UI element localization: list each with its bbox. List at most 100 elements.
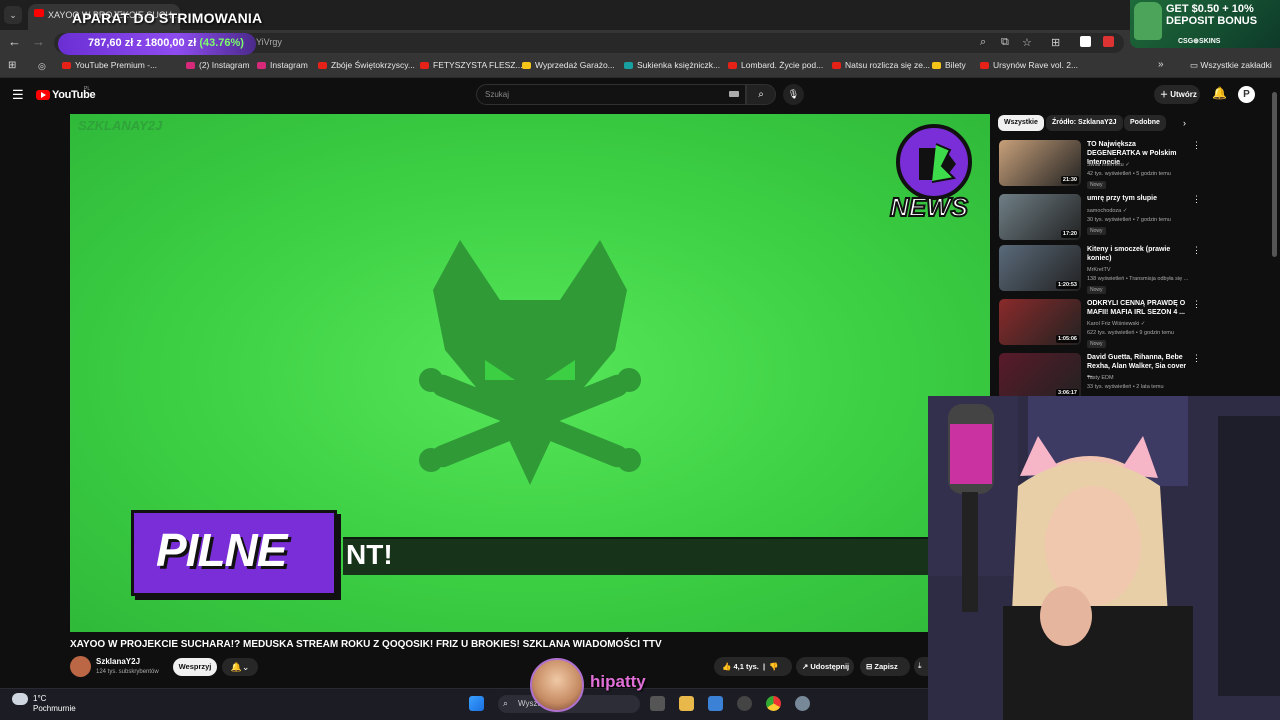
recommendation-title[interactable]: Kiteny i smoczek (prawie koniec) xyxy=(1087,245,1189,263)
news-logo-text: NEWS xyxy=(890,192,969,222)
save-button[interactable]: ⊟ Zapisz xyxy=(860,657,910,676)
video-duration: 21:30 xyxy=(1060,176,1079,184)
recommendation-channel[interactable]: Tasty EDM xyxy=(1087,375,1114,382)
search-icon: ⌕ xyxy=(503,698,509,708)
bookmark-label: (2) Instagram xyxy=(199,60,250,70)
chrome-web-icon[interactable]: ◎ xyxy=(38,61,46,72)
search-button[interactable]: ⌕ xyxy=(746,84,776,105)
ad-line-1: GET $0.50 + 10% xyxy=(1166,3,1254,15)
bookmark-item[interactable]: FETYSZYSTA FLESZ... xyxy=(420,60,523,70)
bookmark-item[interactable]: Sukienka księżniczk... xyxy=(624,60,720,70)
recommendation-thumbnail[interactable]: 1:20:53 xyxy=(999,245,1081,291)
more-bookmarks-icon[interactable]: » xyxy=(1158,59,1164,70)
recommendation-channel[interactable]: samochodoza ✓ xyxy=(1087,208,1127,215)
more-options-icon[interactable]: ⋮ xyxy=(1192,245,1201,256)
ad-brand: CSG⊕SKINS xyxy=(1178,38,1221,45)
bookmark-label: Zbóje Świętokrzyscy... xyxy=(331,60,415,70)
bookmark-item[interactable]: Natsu rozlicza się ze... xyxy=(832,60,930,70)
recommendation-thumbnail[interactable]: 3:06:17 xyxy=(999,353,1081,399)
microphone-icon[interactable]: 🎙 xyxy=(783,84,804,105)
keyboard-icon[interactable] xyxy=(729,91,739,97)
settings-gear-icon[interactable] xyxy=(795,696,810,711)
apps-grid-icon[interactable]: ⊞ xyxy=(8,60,16,71)
new-badge: Nowy xyxy=(1087,286,1106,294)
weather-temperature: 1°C xyxy=(33,694,47,703)
bookmark-favicon-icon xyxy=(186,62,195,70)
bookmark-item[interactable]: YouTube Premium -... xyxy=(62,60,157,70)
streamer-name: hipatty xyxy=(590,672,646,691)
more-options-icon[interactable]: ⋮ xyxy=(1192,299,1201,310)
chevron-right-icon[interactable]: › xyxy=(1183,118,1186,128)
bookmark-item[interactable]: Ursynów Rave vol. 2... xyxy=(980,60,1078,70)
support-button[interactable]: Wesprzyj xyxy=(173,658,217,676)
recommendation-meta: 42 tys. wyświetleń • 5 godzin temu xyxy=(1087,171,1171,177)
recommendation-thumbnail[interactable]: 21:30 xyxy=(999,140,1081,186)
recommendation-channel[interactable]: Karol Friz Wiśniewski ✓ xyxy=(1087,321,1145,328)
task-view-icon[interactable] xyxy=(650,696,665,711)
chip-related[interactable]: Podobne xyxy=(1124,115,1166,131)
new-badge: Nowy xyxy=(1087,340,1106,348)
extension-icon[interactable]: ⊞ xyxy=(1051,36,1060,49)
recommendation-thumbnail[interactable]: 1:05:06 xyxy=(999,299,1081,345)
fox-skull-logo-icon xyxy=(419,240,641,485)
chip-source[interactable]: Źródło: SzklanaY2J xyxy=(1046,115,1123,131)
bookmark-item[interactable]: (2) Instagram xyxy=(186,60,250,70)
install-icon[interactable]: ⧉ xyxy=(1001,36,1009,49)
bookmark-label: Ursynów Rave vol. 2... xyxy=(993,60,1079,70)
back-arrow-icon[interactable]: ← xyxy=(8,34,21,49)
obs-icon[interactable] xyxy=(737,696,752,711)
bookmark-item[interactable]: Zbóje Świętokrzyscy... xyxy=(318,60,415,70)
ad-line-2: DEPOSIT BONUS xyxy=(1166,15,1258,27)
bookmark-label: Bilety xyxy=(945,60,966,70)
extension-badge-icon[interactable] xyxy=(1080,36,1091,47)
recommendation-channel[interactable]: MrKretTV xyxy=(1087,267,1111,274)
more-options-icon[interactable]: ⋮ xyxy=(1192,194,1201,205)
channel-watermark: SZKLANAY2J xyxy=(78,118,163,133)
recommendation-thumbnail[interactable]: 17:20 xyxy=(999,194,1081,240)
pilne-text: PILNE xyxy=(156,524,287,576)
like-button[interactable]: 👍 4,1 tys. | 👎 xyxy=(714,657,792,676)
bookmark-item[interactable]: Bilety xyxy=(932,60,966,70)
store-icon[interactable] xyxy=(708,696,723,711)
bookmark-favicon-icon xyxy=(624,62,633,70)
video-duration: 1:20:53 xyxy=(1056,281,1079,289)
search-placeholder: Szukaj xyxy=(485,90,510,99)
like-count: 4,1 tys. xyxy=(733,662,759,671)
chrome-icon[interactable] xyxy=(766,696,781,711)
search-input[interactable]: Szukaj xyxy=(476,84,746,105)
cloud-icon[interactable] xyxy=(12,693,28,705)
bookmark-item[interactable]: Lombard. Życie pod... xyxy=(728,60,823,70)
subscription-bell-icon[interactable]: 🔔⌄ xyxy=(222,658,258,676)
ad-mascot-image xyxy=(1134,2,1162,40)
recommendation-title[interactable]: umrę przy tym słupie xyxy=(1087,194,1189,203)
star-icon[interactable]: ☆ xyxy=(1022,36,1032,49)
channel-name[interactable]: SzklanaY2J xyxy=(96,657,140,666)
forward-arrow-icon[interactable]: → xyxy=(32,34,45,49)
file-explorer-icon[interactable] xyxy=(679,696,694,711)
notifications-bell-icon[interactable]: 🔔 xyxy=(1212,86,1227,100)
recommendation-title[interactable]: ODKRYLI CENNĄ PRAWDĘ O MAFII! MAFIA IRL … xyxy=(1087,299,1189,317)
create-button[interactable]: ＋ Utwórz xyxy=(1154,85,1200,104)
bookmark-item[interactable]: Instagram xyxy=(257,60,308,70)
bookmark-favicon-icon xyxy=(420,62,429,70)
bookmark-item[interactable]: Wyprzedaż Garażo... xyxy=(522,60,615,70)
windows-start-icon[interactable] xyxy=(469,696,484,711)
hamburger-menu-icon[interactable]: ☰ xyxy=(12,87,24,103)
bookmark-favicon-icon xyxy=(318,62,327,70)
extension-red-icon[interactable] xyxy=(1103,36,1114,47)
tab-search-button[interactable]: ⌄ xyxy=(4,6,22,24)
channel-avatar[interactable] xyxy=(70,656,91,677)
zoom-icon[interactable]: ⌕ xyxy=(980,36,986,49)
bookmark-label: Wyprzedaż Garażo... xyxy=(535,60,615,70)
all-bookmarks-folder[interactable]: ▭ Wszystkie zakładki xyxy=(1190,60,1272,71)
recommendation-channel[interactable]: Świat Internetu ✓ xyxy=(1087,162,1130,169)
more-options-icon[interactable]: ⋮ xyxy=(1192,140,1201,151)
recommendation-meta: 622 tys. wyświetleń • 9 godzin temu xyxy=(1087,330,1174,336)
chip-all[interactable]: Wszystkie xyxy=(998,115,1044,131)
share-button[interactable]: ↗ Udostępnij xyxy=(796,657,854,676)
scrollbar[interactable] xyxy=(1272,92,1277,257)
account-avatar[interactable]: P xyxy=(1238,86,1255,103)
news-ticker xyxy=(343,537,933,575)
bookmark-favicon-icon xyxy=(62,62,71,70)
more-options-icon[interactable]: ⋮ xyxy=(1192,353,1201,364)
